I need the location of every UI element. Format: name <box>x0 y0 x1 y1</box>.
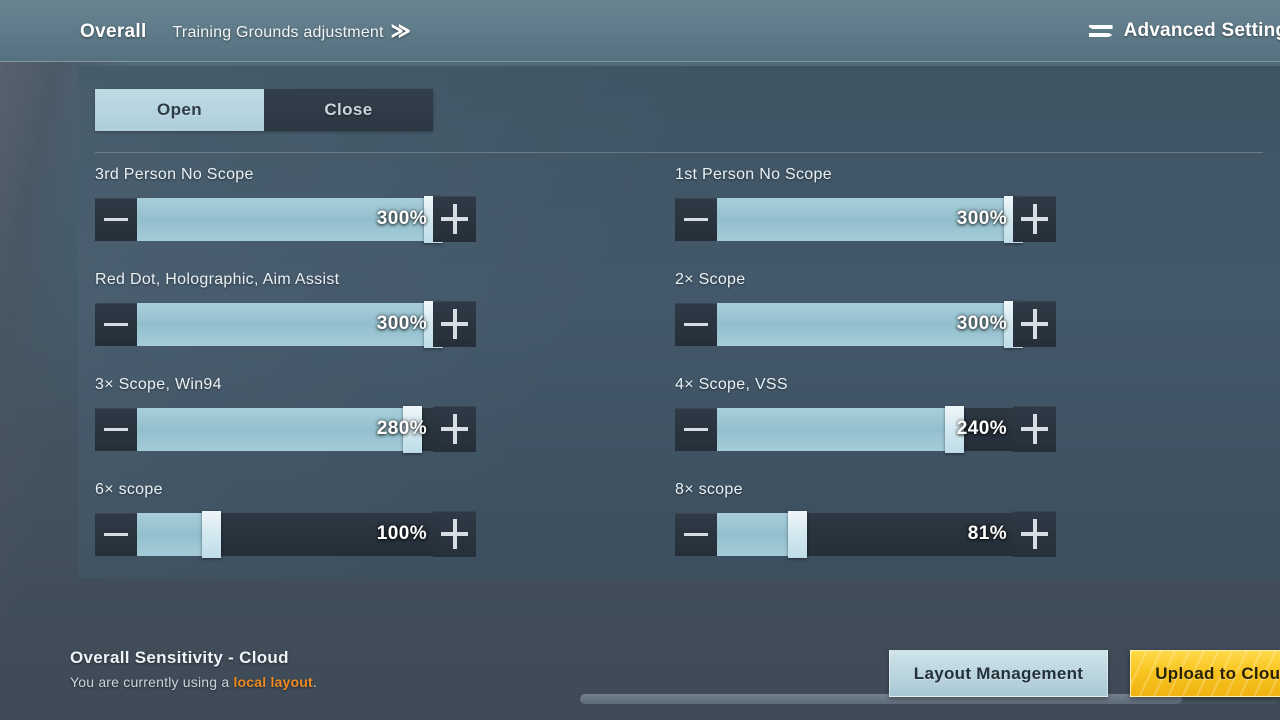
settings-panel: Open Close 3rd Person No Scope 300% 1st Pe… <box>78 66 1280 578</box>
increase-button[interactable] <box>1013 511 1056 557</box>
chevron-right-icon: ≫ <box>390 18 411 44</box>
slider-label: 6× scope <box>95 481 163 498</box>
slider-label: Red Dot, Holographic, Aim Assist <box>95 271 340 288</box>
decrease-button[interactable] <box>675 407 717 451</box>
decrease-button[interactable] <box>95 407 137 451</box>
top-bar: Overall Training Grounds adjustment ≫ Adv… <box>0 0 1280 62</box>
increase-button[interactable] <box>433 406 476 452</box>
slider-value: 300% <box>956 208 1007 229</box>
sensitivity-settings-screen: Overall Training Grounds adjustment ≫ Adv… <box>0 0 1280 720</box>
slider-track[interactable]: 300% <box>717 300 1023 348</box>
slider-control: 100% <box>95 510 476 558</box>
open-close-tab-group: Open Close <box>95 89 433 131</box>
slider-control: 300% <box>675 300 1056 348</box>
slider-thumb[interactable] <box>787 510 807 558</box>
advanced-settings-button[interactable]: Advanced Settings <box>1088 0 1280 62</box>
layout-management-button[interactable]: Layout Management <box>888 650 1109 697</box>
slider-value: 100% <box>376 523 427 544</box>
slider-row: 3rd Person No Scope 300% <box>95 166 675 271</box>
slider-control: 240% <box>675 405 1056 453</box>
upload-to-cloud-button[interactable]: Upload to Cloud <box>1130 650 1280 697</box>
slider-track[interactable]: 100% <box>137 510 433 558</box>
slider-label: 8× scope <box>675 481 743 498</box>
slider-value: 300% <box>376 313 427 334</box>
slider-fill <box>137 512 211 556</box>
decrease-button[interactable] <box>95 302 137 346</box>
slider-label: 3× Scope, Win94 <box>95 376 222 393</box>
slider-track[interactable]: 240% <box>717 405 1013 453</box>
increase-button[interactable] <box>433 511 476 557</box>
slider-value: 240% <box>956 418 1007 439</box>
slider-control: 300% <box>675 195 1056 243</box>
slider-label: 3rd Person No Scope <box>95 166 254 183</box>
slider-track[interactable]: 300% <box>137 195 443 243</box>
decrease-button[interactable] <box>675 197 717 241</box>
footer-status-prefix: You are currently using a <box>70 674 234 690</box>
increase-button[interactable] <box>1013 196 1056 242</box>
slider-value: 300% <box>956 313 1007 334</box>
decrease-button[interactable] <box>675 302 717 346</box>
tab-close[interactable]: Close <box>264 89 433 131</box>
increase-button[interactable] <box>433 196 476 242</box>
slider-grid: 3rd Person No Scope 300% 1st Person No Sco… <box>95 166 1267 586</box>
footer-status-highlight: local layout <box>233 674 313 690</box>
slider-row: 2× Scope 300% <box>675 271 1255 376</box>
slider-row: 6× scope 100% <box>95 481 675 586</box>
decrease-button[interactable] <box>95 197 137 241</box>
footer-actions: Layout Management Upload to Cloud <box>888 650 1280 697</box>
slider-fill <box>717 407 954 451</box>
slider-control: 280% <box>95 405 476 453</box>
slider-row: 1st Person No Scope 300% <box>675 166 1255 271</box>
slider-value: 81% <box>967 523 1007 544</box>
slider-value: 280% <box>376 418 427 439</box>
tab-divider <box>95 152 1263 153</box>
training-grounds-label: Training Grounds adjustment <box>172 23 384 41</box>
page-title: Overall <box>80 20 147 42</box>
training-grounds-link[interactable]: Training Grounds adjustment ≫ <box>172 18 411 44</box>
slider-control: 300% <box>95 300 476 348</box>
slider-thumb[interactable] <box>202 510 221 558</box>
footer-status: You are currently using a local layout. <box>70 674 317 690</box>
decrease-button[interactable] <box>95 512 137 556</box>
slider-label: 2× Scope <box>675 271 746 288</box>
slider-fill <box>137 407 413 451</box>
slider-value: 300% <box>376 208 427 229</box>
slider-track[interactable]: 81% <box>717 510 1013 558</box>
slider-row: 8× scope 81% <box>675 481 1255 586</box>
tab-open[interactable]: Open <box>95 89 264 131</box>
slider-track[interactable]: 300% <box>137 300 443 348</box>
slider-track[interactable]: 300% <box>717 195 1023 243</box>
slider-control: 300% <box>95 195 476 243</box>
slider-label: 1st Person No Scope <box>675 166 832 183</box>
footer-status-suffix: . <box>312 674 317 690</box>
slider-fill <box>717 512 797 556</box>
slider-control: 81% <box>675 510 1056 558</box>
increase-button[interactable] <box>433 301 476 347</box>
advanced-settings-label: Advanced Settings <box>1123 20 1280 41</box>
slider-row: 4× Scope, VSS 240% <box>675 376 1255 481</box>
slider-row: 3× Scope, Win94 280% <box>95 376 675 481</box>
increase-button[interactable] <box>1013 406 1056 452</box>
slider-track[interactable]: 280% <box>137 405 433 453</box>
footer-title: Overall Sensitivity - Cloud <box>70 648 289 667</box>
slider-label: 4× Scope, VSS <box>675 376 788 393</box>
decrease-button[interactable] <box>675 512 717 556</box>
footer-info: Overall Sensitivity - Cloud You are curr… <box>70 648 317 690</box>
slider-row: Red Dot, Holographic, Aim Assist 300% <box>95 271 675 376</box>
increase-button[interactable] <box>1013 301 1056 347</box>
swap-arrows-icon <box>1088 21 1115 41</box>
top-bar-left: Overall Training Grounds adjustment ≫ <box>0 18 411 44</box>
